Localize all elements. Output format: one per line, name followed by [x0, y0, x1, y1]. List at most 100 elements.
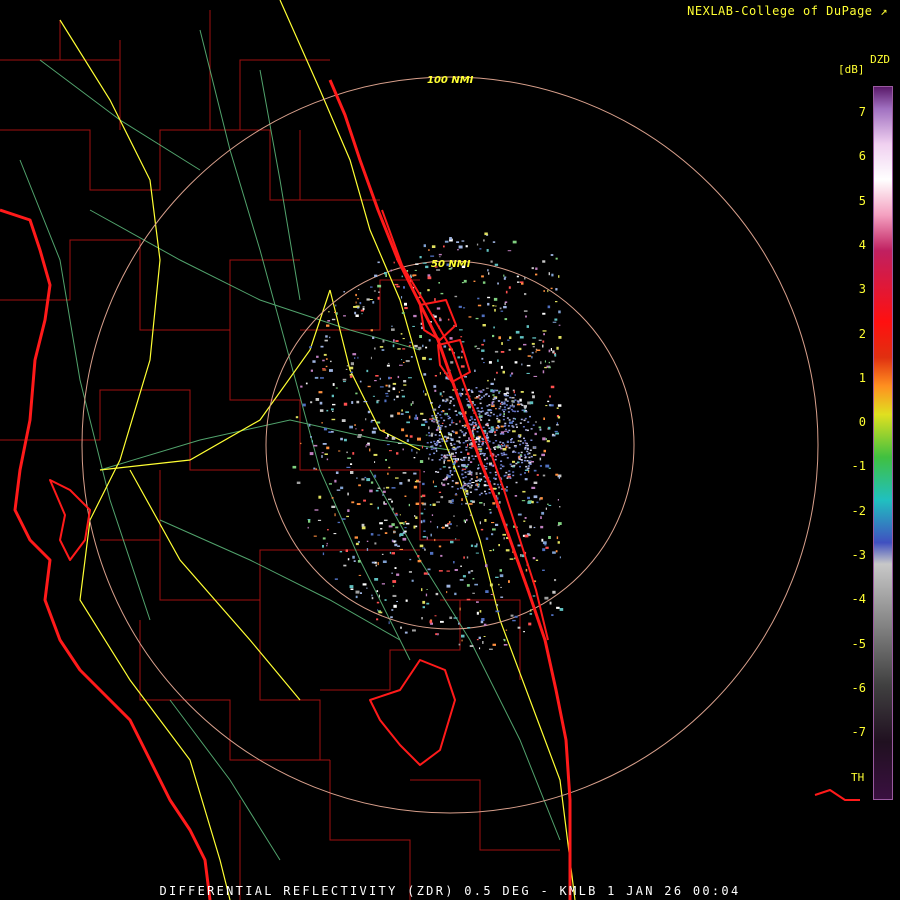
radar-echo [428, 426, 430, 430]
radar-echo [494, 263, 499, 266]
radar-echo [458, 245, 463, 249]
radar-echo [408, 377, 412, 379]
radar-echo [409, 435, 413, 438]
radar-echo [350, 366, 354, 370]
radar-echo [445, 376, 448, 380]
radar-echo [422, 547, 425, 549]
radar-echo [331, 318, 336, 321]
radar-echo [436, 441, 438, 443]
radar-echo [305, 382, 308, 385]
radar-echo [505, 387, 509, 391]
radar-echo [442, 479, 445, 481]
radar-echo [464, 376, 467, 378]
radar-echo [418, 481, 421, 483]
radar-echo [448, 408, 451, 411]
radar-echo [477, 467, 479, 470]
radar-echo [422, 344, 424, 348]
radar-echo [492, 548, 495, 551]
radar-echo [439, 318, 442, 322]
radar-echo [500, 596, 504, 598]
radar-echo [524, 478, 528, 481]
radar-echo [438, 406, 440, 408]
radar-echo [488, 361, 492, 364]
radar-echo [344, 438, 347, 442]
radar-echo [521, 461, 524, 464]
radar-echo [421, 445, 423, 449]
radar-echo [453, 617, 458, 619]
radar-echo [449, 424, 452, 426]
radar-echo [527, 453, 529, 455]
radar-echo [517, 400, 520, 402]
radar-echo [502, 533, 506, 536]
radar-echo [509, 374, 512, 377]
radar-echo [332, 410, 334, 412]
radar-echo [497, 492, 500, 495]
radar-echo [421, 588, 423, 592]
radar-echo [404, 495, 407, 497]
radar-echo [377, 534, 381, 536]
radar-echo [531, 500, 534, 504]
radar-echo [558, 476, 560, 479]
radar-echo [450, 361, 454, 364]
radar-echo [559, 556, 561, 559]
radar-echo [373, 290, 376, 292]
radar-echo [378, 611, 383, 614]
radar-echo [516, 403, 521, 406]
legend-color-bar [873, 86, 893, 800]
radar-echo [454, 295, 458, 298]
radar-echo [542, 370, 545, 374]
radar-echo [455, 538, 457, 540]
radar-echo [465, 449, 468, 451]
radar-echo [351, 401, 354, 404]
radar-echo [492, 305, 495, 307]
radar-echo [479, 398, 482, 400]
radar-echo [474, 583, 478, 586]
radar-echo [507, 431, 509, 433]
radar-echo [542, 548, 546, 552]
radar-echo [491, 404, 494, 406]
radar-echo [449, 470, 452, 472]
radar-echo [391, 552, 395, 555]
radar-echo [498, 486, 500, 489]
radar-echo [460, 365, 465, 368]
radar-echo [468, 503, 473, 505]
radar-echo [493, 326, 495, 329]
radar-echo [391, 328, 395, 331]
radar-echo [362, 306, 365, 308]
radar-echo [508, 470, 511, 472]
radar-echo [467, 470, 470, 473]
radar-echo [512, 417, 515, 420]
radar-echo [483, 623, 487, 626]
radar-echo [531, 342, 535, 345]
external-link-icon[interactable]: ↗ [880, 4, 888, 18]
radar-echo [521, 363, 523, 366]
radar-echo [497, 425, 500, 427]
radar-echo [500, 365, 503, 369]
radar-echo [512, 451, 514, 453]
radar-echo [413, 457, 416, 459]
radar-echo [439, 445, 442, 447]
radar-echo [512, 460, 515, 463]
radar-echo [559, 608, 564, 611]
radar-echo [495, 440, 498, 442]
radar-echo [384, 519, 388, 521]
radar-echo [462, 575, 466, 578]
radar-echo [485, 537, 489, 540]
radar-echo [377, 609, 379, 611]
radar-echo [478, 478, 482, 480]
radar-echo [355, 293, 357, 297]
radar-echo [543, 417, 545, 420]
radar-echo [494, 446, 497, 448]
radar-echo [509, 336, 512, 339]
radar-echo [506, 391, 509, 394]
radar-echo [320, 377, 324, 379]
radar-echo [341, 518, 346, 520]
radar-echo [443, 245, 445, 248]
radar-echo [380, 528, 383, 530]
radar-echo [357, 288, 360, 290]
radar-echo [481, 343, 484, 346]
tampa-bay [49, 479, 91, 561]
radar-echo [460, 565, 462, 567]
radar-echo [555, 473, 559, 476]
radar-echo [420, 520, 423, 524]
